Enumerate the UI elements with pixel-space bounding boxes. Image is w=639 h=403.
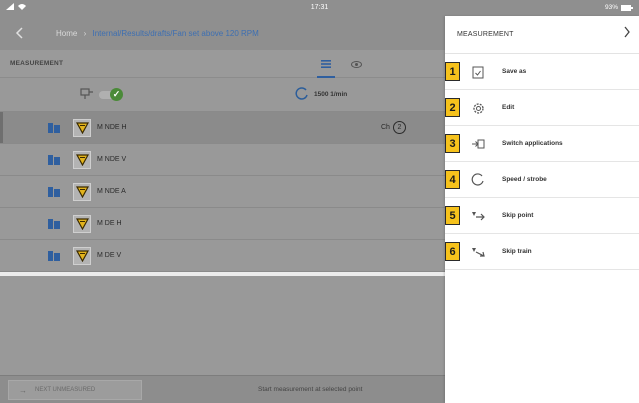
channel-indicator: Ch 2 [381,121,406,134]
skip-train-icon [469,243,487,261]
menu-item-switch-applications[interactable]: 3 Switch applications [445,126,639,162]
next-unmeasured-label: NEXT UNMEASURED [35,386,96,393]
table-row[interactable]: M NDE A [0,176,445,208]
status-bar-right: 93% [445,0,639,16]
machine-icon [48,251,60,261]
sensor-info-bar: ✓ 1500 1/min [0,78,445,112]
preview-tab[interactable] [345,57,367,71]
menu-item-edit[interactable]: 2 Edit [445,90,639,126]
breadcrumb-home[interactable]: Home [56,29,77,38]
callout-badge: 3 [445,134,460,153]
breadcrumb: Home › Internal/Results/drafts/Fan set a… [56,29,259,38]
table-row[interactable]: M NDE V [0,144,445,176]
menu-item-skip-train[interactable]: 6 Skip train [445,234,639,270]
sensor-probe-icon [80,88,93,99]
bottom-bar: → NEXT UNMEASURED Start measurement at s… [0,375,445,403]
table-row[interactable]: M DE H [0,208,445,240]
table-title: MEASUREMENT [10,60,64,67]
breadcrumb-separator: › [83,28,87,38]
measurement-screen: 17:31 Home › Internal/Results/drafts/Fan… [0,0,445,403]
callout-badge: 6 [445,242,460,261]
point-label: M DE V [97,252,122,259]
check-icon: ✓ [110,88,123,101]
back-button[interactable] [6,20,32,46]
panel-title: MEASUREMENT [457,31,514,38]
speed-value: 1500 1/min [314,91,348,98]
selection-indicator [0,112,3,143]
table-header: MEASUREMENT [0,50,445,78]
menu-item-label: Speed / strobe [502,176,547,183]
battery-icon [621,4,633,11]
machine-icon [48,155,60,165]
status-bar: 17:31 [0,0,445,16]
battery-indicator: 93% [605,4,633,11]
menu-item-label: Skip point [502,212,534,219]
warning-triangle-icon [73,119,91,137]
battery-level: 93% [604,4,618,11]
gear-icon [469,99,487,117]
save-icon [469,63,487,81]
callout-badge: 5 [445,206,460,225]
channel-prefix: Ch [381,124,390,131]
skip-point-icon [469,207,487,225]
list-view-tab[interactable] [315,57,337,78]
arrow-right-icon: → [19,385,27,395]
next-unmeasured-button[interactable]: → NEXT UNMEASURED [8,379,142,400]
callout-badge: 4 [445,170,460,189]
footer-hint: Start measurement at selected point [258,386,363,393]
list-icon [321,60,331,68]
callout-badge: 1 [445,62,460,81]
measurement-point-list: M NDE H Ch 2 M NDE V M NDE A M DE H M DE… [0,112,445,272]
machine-icon [48,187,60,197]
chevron-left-icon [15,27,23,39]
table-row[interactable]: M DE V [0,240,445,272]
switch-apps-icon [469,135,487,153]
point-label: M DE H [97,220,122,227]
table-row[interactable]: M NDE H Ch 2 [0,112,445,144]
warning-triangle-icon [73,183,91,201]
warning-triangle-icon [73,247,91,265]
channel-number: 2 [392,121,406,134]
chevron-right-icon[interactable] [623,25,631,41]
warning-triangle-icon [73,151,91,169]
callout-badge: 2 [445,98,460,117]
menu-item-label: Save as [502,68,527,75]
menu-item-save-as[interactable]: 1 Save as [445,54,639,90]
panel-header: MEASUREMENT [445,16,639,54]
speed-refresh-icon [469,171,487,189]
menu-item-label: Edit [502,104,515,111]
menu-item-skip-point[interactable]: 5 Skip point [445,198,639,234]
breadcrumb-path[interactable]: Internal/Results/drafts/Fan set above 12… [92,29,258,38]
menu-item-label: Switch applications [502,140,563,147]
top-bar: Home › Internal/Results/drafts/Fan set a… [0,16,445,50]
measurement-menu-panel: MEASUREMENT 1 Save as 2 Edit 3 Switch ap… [445,16,639,403]
menu-item-label: Skip train [502,248,532,255]
machine-icon [48,219,60,229]
eye-icon [350,60,362,68]
point-label: M NDE H [97,124,127,131]
warning-triangle-icon [73,215,91,233]
point-label: M NDE A [97,188,126,195]
machine-icon [48,123,60,133]
list-empty-area [0,276,445,375]
point-label: M NDE V [97,156,127,163]
speed-refresh-icon [295,87,309,104]
menu-item-speed-strobe[interactable]: 4 Speed / strobe [445,162,639,198]
